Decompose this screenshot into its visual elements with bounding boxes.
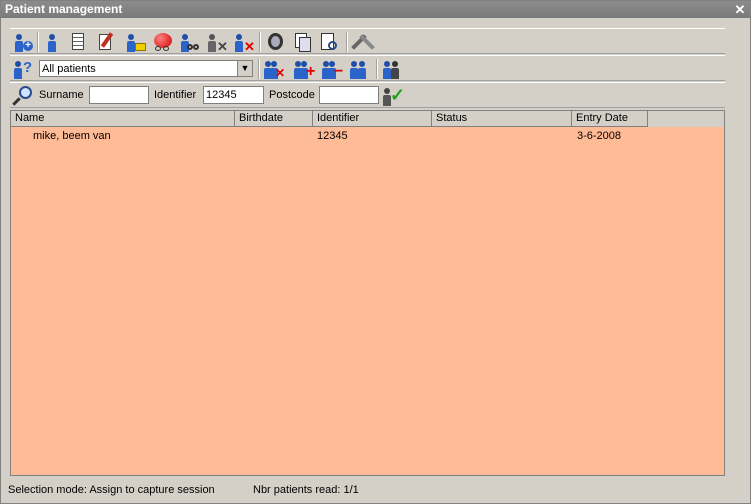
postcode-label: Postcode: [269, 89, 315, 101]
main-toolbar: + ✕ ✕: [10, 28, 725, 54]
patient-management-window: Patient management ✕ + ✕ ✕ ? All patient…: [0, 0, 751, 504]
grid-header: Name Birthdate Identifier Status Entry D…: [11, 111, 724, 127]
patients-add-icon[interactable]: +: [293, 58, 315, 80]
patient-filter-value: All patients: [42, 63, 96, 75]
patients-delete-icon[interactable]: ✕: [263, 58, 285, 80]
filter-toolbar: ? All patients ▼ ✕ + −: [10, 55, 725, 81]
patient-delete-icon[interactable]: ✕: [232, 31, 255, 54]
search-icon[interactable]: [12, 85, 34, 107]
patient-filter-select[interactable]: All patients ▼: [39, 60, 253, 77]
patients-remove-icon[interactable]: −: [321, 58, 343, 80]
postcode-input[interactable]: [319, 86, 379, 104]
identifier-label: Identifier: [154, 89, 197, 101]
patient-count-status: Nbr patients read: 1/1: [253, 484, 359, 496]
selection-mode-status: Selection mode: Assign to capture sessio…: [8, 484, 215, 496]
patients-pair-icon[interactable]: [382, 58, 404, 80]
column-header-status[interactable]: Status: [432, 111, 572, 127]
table-row[interactable]: mike, beem van 12345 3-6-2008: [11, 129, 724, 145]
patients-group-icon[interactable]: [349, 58, 371, 80]
surname-input[interactable]: [89, 86, 149, 104]
patient-remove-gray-icon[interactable]: ✕: [205, 31, 228, 54]
search-document-icon[interactable]: [318, 31, 340, 53]
red-ball-icon[interactable]: [152, 31, 174, 53]
patient-query-icon[interactable]: ?: [12, 58, 34, 80]
cell-name: mike, beem van: [33, 130, 111, 142]
column-header-birthdate[interactable]: Birthdate: [235, 111, 313, 127]
column-header-name[interactable]: Name: [11, 111, 235, 127]
copy-document-icon[interactable]: [292, 31, 314, 53]
add-patient-icon[interactable]: +: [12, 31, 34, 53]
column-header-identifier[interactable]: Identifier: [313, 111, 432, 127]
chevron-down-icon[interactable]: ▼: [237, 61, 252, 76]
patient-icon[interactable]: [42, 31, 64, 53]
identifier-input[interactable]: [203, 86, 264, 104]
document-icon[interactable]: [68, 31, 90, 53]
patient-grid: Name Birthdate Identifier Status Entry D…: [10, 110, 725, 476]
close-icon[interactable]: ✕: [733, 1, 747, 18]
column-header-entry-date[interactable]: Entry Date: [572, 111, 648, 127]
title-bar: Patient management ✕: [1, 1, 750, 18]
patient-glasses-icon[interactable]: [178, 31, 200, 53]
tools-icon[interactable]: [351, 31, 375, 53]
surname-label: Surname: [39, 89, 84, 101]
confirm-search-icon[interactable]: ✓: [382, 85, 405, 107]
patient-folder-icon[interactable]: [124, 31, 146, 53]
status-bar: Selection mode: Assign to capture sessio…: [1, 481, 750, 501]
cell-entry-date: 3-6-2008: [577, 130, 622, 142]
window-title: Patient management: [5, 2, 123, 16]
search-toolbar: Surname Identifier Postcode ✓: [10, 82, 725, 108]
edit-document-icon[interactable]: [96, 31, 118, 53]
refresh-icon[interactable]: [265, 31, 287, 53]
cell-identifier: 12345: [317, 130, 348, 142]
